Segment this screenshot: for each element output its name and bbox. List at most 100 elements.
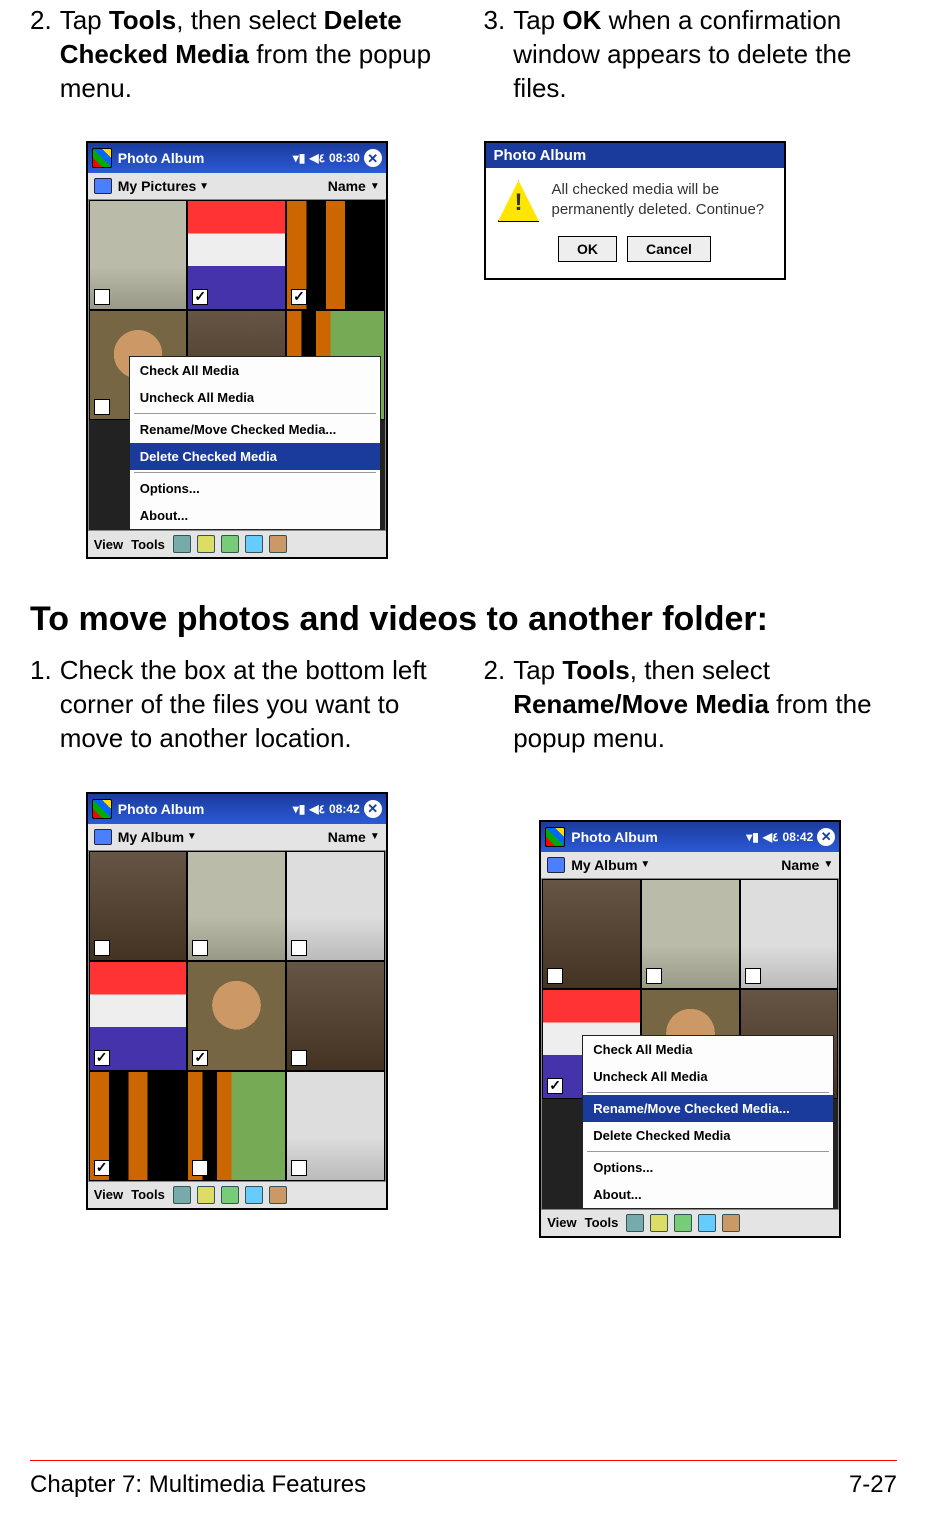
thumb[interactable]: [641, 879, 740, 989]
thumb[interactable]: [187, 1071, 286, 1181]
thumb[interactable]: [89, 851, 188, 961]
toolbar-icon[interactable]: [245, 535, 263, 553]
toolbar-icon[interactable]: [173, 1186, 191, 1204]
menu-rename-move[interactable]: Rename/Move Checked Media...: [583, 1095, 833, 1122]
checkbox[interactable]: [94, 940, 110, 956]
chapter-title: Chapter 7: Multimedia Features: [30, 1471, 366, 1499]
toolbar-icon[interactable]: [197, 1186, 215, 1204]
checkbox[interactable]: [192, 940, 208, 956]
close-icon[interactable]: ✕: [817, 828, 835, 846]
checkbox[interactable]: [646, 968, 662, 984]
trash-icon[interactable]: [221, 1186, 239, 1204]
step-1b: 1. Check the box at the bottom left corn…: [30, 654, 444, 755]
sort-name[interactable]: Name: [328, 178, 366, 194]
trash-icon[interactable]: [221, 535, 239, 553]
thumb[interactable]: [286, 851, 385, 961]
bold-ok: OK: [562, 5, 601, 35]
step-body: Tap Tools, then select Delete Checked Me…: [60, 4, 444, 105]
view-menu[interactable]: View: [94, 1187, 123, 1202]
thumb[interactable]: [89, 961, 188, 1071]
start-flag-icon[interactable]: [92, 799, 112, 819]
checkbox[interactable]: [547, 968, 563, 984]
page-number: 7-27: [849, 1471, 897, 1499]
thumb[interactable]: [286, 1071, 385, 1181]
menu-separator: [134, 413, 376, 414]
checkbox[interactable]: [192, 1160, 208, 1176]
menu-uncheck-all[interactable]: Uncheck All Media: [130, 384, 380, 411]
ok-button[interactable]: OK: [558, 236, 617, 262]
thumb[interactable]: [740, 879, 839, 989]
menu-delete-checked[interactable]: Delete Checked Media: [583, 1122, 833, 1149]
close-icon[interactable]: ✕: [364, 800, 382, 818]
checkbox[interactable]: [94, 289, 110, 305]
toolbar-icon[interactable]: [650, 1214, 668, 1232]
view-menu[interactable]: View: [547, 1215, 576, 1230]
folder-bar[interactable]: My Pictures ▼ Name▼: [88, 173, 386, 200]
folder-name: My Album: [571, 857, 637, 873]
checkbox[interactable]: [94, 399, 110, 415]
sort-name[interactable]: Name: [781, 857, 819, 873]
start-flag-icon[interactable]: [545, 827, 565, 847]
thumb[interactable]: [286, 961, 385, 1071]
thumb[interactable]: [89, 1071, 188, 1181]
x: ✕: [821, 830, 832, 843]
menu-delete-checked[interactable]: Delete Checked Media: [130, 443, 380, 470]
step-2b: 2. Tap Tools, then select Rename/Move Me…: [484, 654, 898, 755]
toolbar-icon[interactable]: [269, 1186, 287, 1204]
checkbox[interactable]: [192, 1050, 208, 1066]
menu-about[interactable]: About...: [583, 1181, 833, 1208]
toolbar-icon[interactable]: [245, 1186, 263, 1204]
checkbox[interactable]: [745, 968, 761, 984]
bottom-toolbar: View Tools: [88, 1181, 386, 1208]
chevron-down-icon: ▼: [638, 859, 651, 870]
trash-icon[interactable]: [674, 1214, 692, 1232]
titlebar: Photo Album ▾▮ ◀٤ 08:42 ✕: [88, 794, 386, 824]
menu-uncheck-all[interactable]: Uncheck All Media: [583, 1063, 833, 1090]
menu-options[interactable]: Options...: [130, 475, 380, 502]
step-body: Tap Tools, then select Rename/Move Media…: [513, 654, 897, 755]
sort-name[interactable]: Name: [328, 829, 366, 845]
view-menu[interactable]: View: [94, 537, 123, 552]
checkbox[interactable]: [192, 289, 208, 305]
checkbox[interactable]: [291, 940, 307, 956]
toolbar-icon[interactable]: [626, 1214, 644, 1232]
start-flag-icon[interactable]: [92, 148, 112, 168]
thumb[interactable]: [187, 961, 286, 1071]
menu-about[interactable]: About...: [130, 502, 380, 529]
menu-rename-move[interactable]: Rename/Move Checked Media...: [130, 416, 380, 443]
menu-check-all[interactable]: Check All Media: [583, 1036, 833, 1063]
thumb[interactable]: [89, 200, 188, 310]
chevron-down-icon: ▼: [196, 181, 209, 192]
tools-menu[interactable]: Tools: [131, 1187, 165, 1202]
folder-bar[interactable]: My Album ▼ Name▼: [541, 852, 839, 879]
section-heading: To move photos and videos to another fol…: [30, 599, 897, 640]
t: Tap: [513, 5, 562, 35]
toolbar-icon[interactable]: [698, 1214, 716, 1232]
menu-check-all[interactable]: Check All Media: [130, 357, 380, 384]
cancel-button[interactable]: Cancel: [627, 236, 711, 262]
thumb[interactable]: [286, 200, 385, 310]
checkbox[interactable]: [291, 1160, 307, 1176]
tools-menu[interactable]: Tools: [131, 537, 165, 552]
folder-bar[interactable]: My Album ▼ Name▼: [88, 824, 386, 851]
screenshot-confirm-dialog: Photo Album All checked media will be pe…: [484, 141, 786, 280]
thumb[interactable]: [187, 851, 286, 961]
checkbox[interactable]: [94, 1050, 110, 1066]
checkbox[interactable]: [94, 1160, 110, 1176]
checkbox[interactable]: [291, 1050, 307, 1066]
toolbar-icon[interactable]: [197, 535, 215, 553]
close-icon[interactable]: ✕: [364, 149, 382, 167]
speaker-icon: ◀٤: [763, 830, 779, 844]
menu-options[interactable]: Options...: [583, 1154, 833, 1181]
thumb[interactable]: [542, 879, 641, 989]
checkbox[interactable]: [547, 1078, 563, 1094]
signal-icon: ▾▮: [293, 151, 306, 165]
clock-text: 08:42: [329, 802, 360, 816]
tools-menu[interactable]: Tools: [585, 1215, 619, 1230]
bold-tools: Tools: [562, 655, 629, 685]
toolbar-icon[interactable]: [173, 535, 191, 553]
thumb[interactable]: [187, 200, 286, 310]
toolbar-icon[interactable]: [269, 535, 287, 553]
toolbar-icon[interactable]: [722, 1214, 740, 1232]
checkbox[interactable]: [291, 289, 307, 305]
